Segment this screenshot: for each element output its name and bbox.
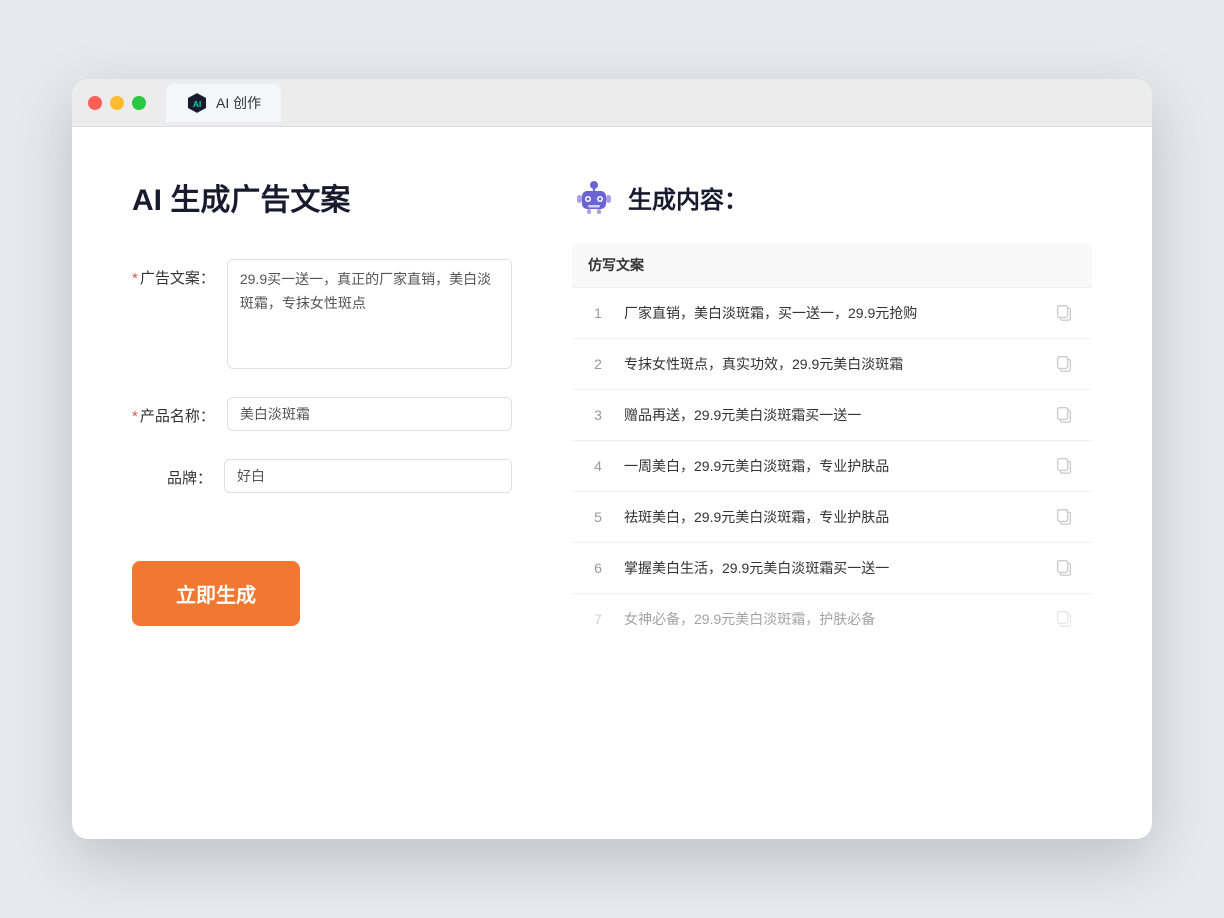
results-rows: 1 厂家直销，美白淡斑霜，买一送一，29.9元抢购 2 专抹女性斑点，真实功效，29… (572, 288, 1092, 644)
row-number: 4 (588, 458, 608, 474)
row-number: 3 (588, 407, 608, 423)
table-row: 4 一周美白，29.9元美白淡斑霜，专业护肤品 (572, 441, 1092, 492)
row-text: 女神必备，29.9元美白淡斑霜，护肤必备 (624, 609, 1038, 630)
row-number: 2 (588, 356, 608, 372)
ad-copy-label: *广告文案： (132, 259, 215, 288)
copy-button[interactable] (1054, 608, 1076, 630)
ad-copy-group: *广告文案： 29.9买一送一，真正的厂家直销，美白淡斑霜，专抹女性斑点 (132, 259, 512, 369)
row-text: 一周美白，29.9元美白淡斑霜，专业护肤品 (624, 456, 1038, 477)
copy-button[interactable] (1054, 506, 1076, 528)
table-row: 2 专抹女性斑点，真实功效，29.9元美白淡斑霜 (572, 339, 1092, 390)
traffic-lights (88, 96, 146, 110)
svg-text:AI: AI (193, 98, 202, 108)
close-button[interactable] (88, 96, 102, 110)
copy-button[interactable] (1054, 404, 1076, 426)
row-text: 厂家直销，美白淡斑霜，买一送一，29.9元抢购 (624, 303, 1038, 324)
row-number: 1 (588, 305, 608, 321)
table-row: 3 赠品再送，29.9元美白淡斑霜买一送一 (572, 390, 1092, 441)
table-header: 仿写文案 (572, 243, 1092, 288)
main-layout: AI 生成广告文案 *广告文案： 29.9买一送一，真正的厂家直销，美白淡斑霜，… (132, 175, 1092, 791)
required-star-2: * (132, 408, 138, 425)
row-number: 7 (588, 611, 608, 627)
ad-copy-input[interactable]: 29.9买一送一，真正的厂家直销，美白淡斑霜，专抹女性斑点 (227, 259, 512, 369)
row-text: 掌握美白生活，29.9元美白淡斑霜买一送一 (624, 558, 1038, 579)
robot-icon (572, 175, 616, 219)
browser-tab[interactable]: AI AI 创作 (166, 84, 281, 122)
browser-window: AI AI 创作 AI 生成广告文案 *广告文案： 29.9买一送一，真正的厂家… (72, 79, 1152, 839)
brand-group: 品牌： (132, 459, 512, 493)
row-text: 赠品再送，29.9元美白淡斑霜买一送一 (624, 405, 1038, 426)
tab-label: AI 创作 (216, 93, 261, 113)
generate-button[interactable]: 立即生成 (132, 561, 300, 626)
left-panel: AI 生成广告文案 *广告文案： 29.9买一送一，真正的厂家直销，美白淡斑霜，… (132, 175, 512, 791)
row-number: 6 (588, 560, 608, 576)
table-row: 7 女神必备，29.9元美白淡斑霜，护肤必备 (572, 594, 1092, 644)
copy-button[interactable] (1054, 353, 1076, 375)
ai-tab-icon: AI (186, 92, 208, 114)
maximize-button[interactable] (132, 96, 146, 110)
page-title: AI 生成广告文案 (132, 175, 512, 219)
results-title: 生成内容： (628, 180, 748, 215)
required-star-1: * (132, 270, 138, 287)
table-row: 5 祛斑美白，29.9元美白淡斑霜，专业护肤品 (572, 492, 1092, 543)
table-row: 6 掌握美白生活，29.9元美白淡斑霜买一送一 (572, 543, 1092, 594)
brand-label: 品牌： (132, 459, 212, 488)
minimize-button[interactable] (110, 96, 124, 110)
row-text: 专抹女性斑点，真实功效，29.9元美白淡斑霜 (624, 354, 1038, 375)
copy-button[interactable] (1054, 557, 1076, 579)
results-table: 仿写文案 1 厂家直销，美白淡斑霜，买一送一，29.9元抢购 2 专抹女性斑点，真实… (572, 243, 1092, 644)
row-number: 5 (588, 509, 608, 525)
results-header: 生成内容： (572, 175, 1092, 219)
copy-button[interactable] (1054, 455, 1076, 477)
row-text: 祛斑美白，29.9元美白淡斑霜，专业护肤品 (624, 507, 1038, 528)
right-panel: 生成内容： 仿写文案 1 厂家直销，美白淡斑霜，买一送一，29.9元抢购 2 专抹女… (572, 175, 1092, 791)
product-name-group: *产品名称： (132, 397, 512, 431)
product-name-label: *产品名称： (132, 397, 215, 426)
product-name-input[interactable] (227, 397, 512, 431)
copy-button[interactable] (1054, 302, 1076, 324)
brand-input[interactable] (224, 459, 512, 493)
titlebar: AI AI 创作 (72, 79, 1152, 127)
table-row: 1 厂家直销，美白淡斑霜，买一送一，29.9元抢购 (572, 288, 1092, 339)
browser-content: AI 生成广告文案 *广告文案： 29.9买一送一，真正的厂家直销，美白淡斑霜，… (72, 127, 1152, 839)
